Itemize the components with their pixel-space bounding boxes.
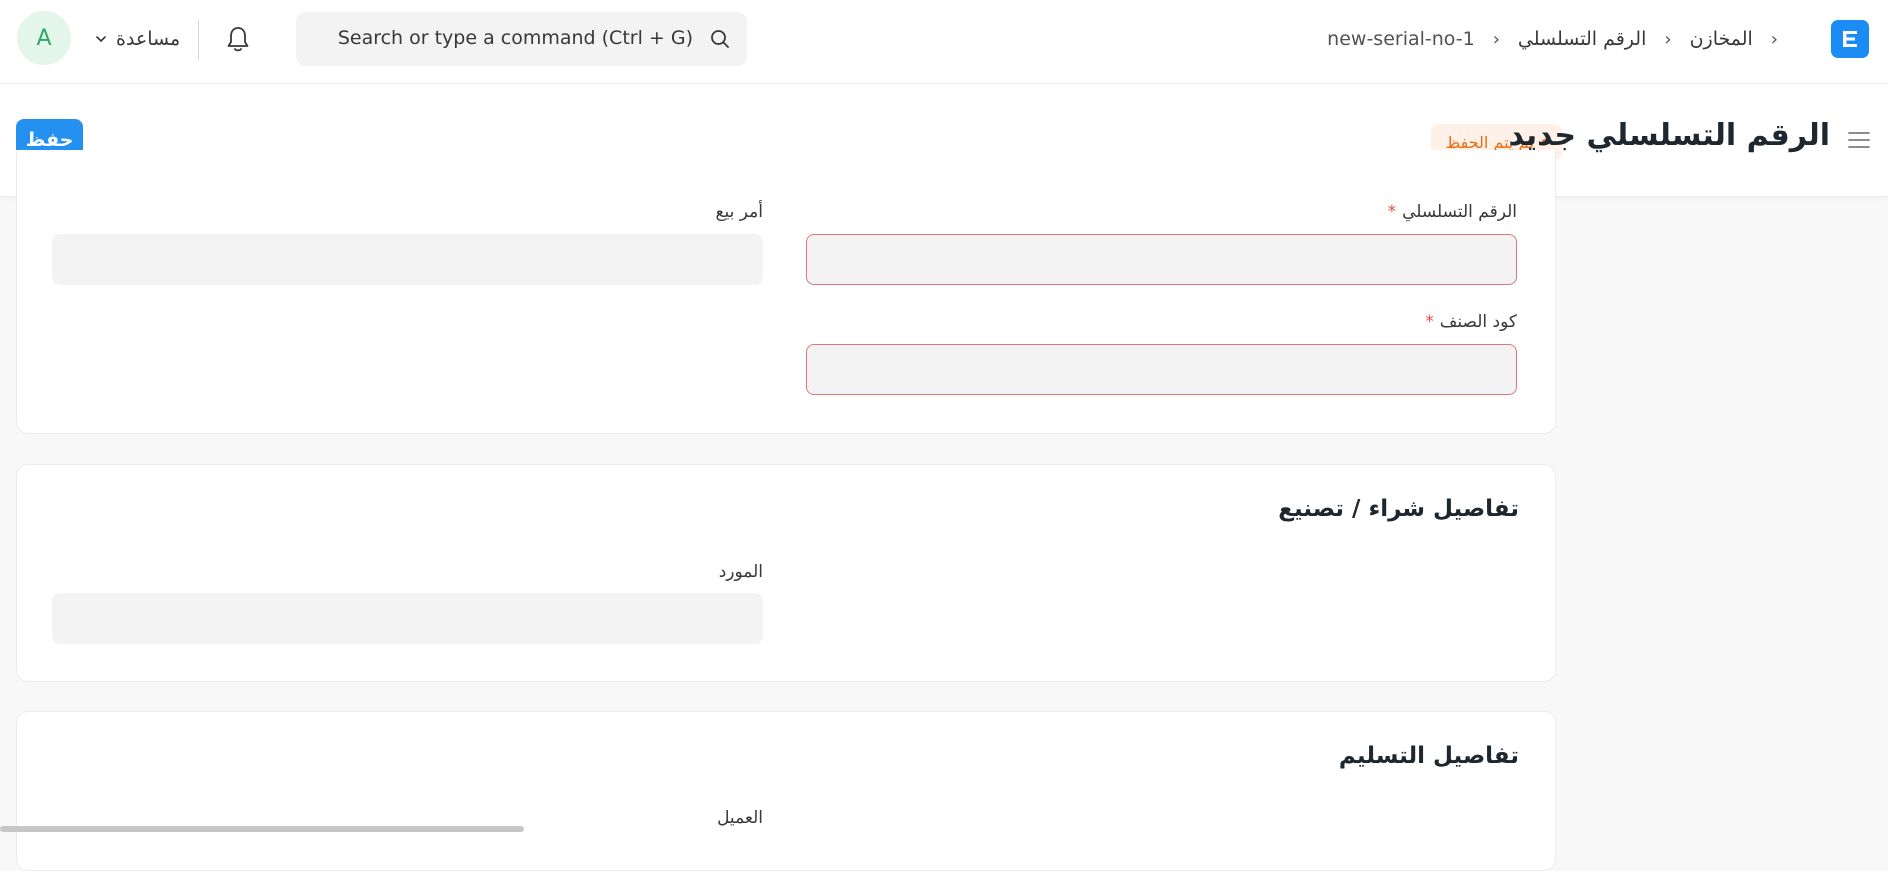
required-mark: * bbox=[1387, 202, 1397, 222]
purchase-section-title: تفاصيل شراء / تصنيع bbox=[1278, 496, 1519, 522]
user-avatar[interactable]: A bbox=[17, 11, 71, 65]
required-mark: * bbox=[1425, 312, 1434, 332]
breadcrumb-chevron-icon: › bbox=[1770, 28, 1778, 50]
search-icon bbox=[711, 30, 729, 48]
breadcrumb-chevron-icon: › bbox=[1492, 28, 1500, 50]
breadcrumb: › المخازن › الرقم التسلسلي › new-serial-… bbox=[1327, 22, 1778, 56]
horizontal-scrollbar[interactable] bbox=[0, 826, 524, 832]
purchase-details-card: تفاصيل شراء / تصنيع المورد bbox=[16, 464, 1556, 682]
help-dropdown[interactable]: مساعدة bbox=[94, 24, 180, 54]
sales-order-label-text: أمر بيع bbox=[715, 202, 763, 222]
sidebar-toggle-icon[interactable] bbox=[1847, 130, 1871, 150]
help-label: مساعدة bbox=[116, 28, 181, 50]
sales-order-input[interactable] bbox=[52, 234, 763, 285]
notification-bell-icon[interactable] bbox=[224, 24, 252, 54]
app-logo[interactable] bbox=[1831, 20, 1869, 58]
item-code-label: كود الصنف * bbox=[1425, 312, 1517, 332]
sales-order-label: أمر بيع bbox=[715, 202, 763, 222]
item-code-label-text: كود الصنف bbox=[1439, 312, 1517, 332]
breadcrumb-current: new-serial-no-1 bbox=[1327, 28, 1475, 50]
serial-no-label-text: الرقم التسلسلي bbox=[1402, 202, 1517, 222]
chevron-down-icon bbox=[96, 36, 106, 42]
erpnext-logo-icon bbox=[1843, 31, 1857, 47]
supplier-input[interactable] bbox=[52, 593, 763, 644]
breadcrumb-serial-no[interactable]: الرقم التسلسلي bbox=[1518, 28, 1646, 50]
supplier-label: المورد bbox=[719, 562, 763, 582]
item-code-input[interactable] bbox=[806, 344, 1517, 395]
customer-label: العميل bbox=[717, 808, 763, 828]
supplier-label-text: المورد bbox=[718, 562, 763, 582]
search-placeholder: Search or type a command (Ctrl + G) bbox=[337, 27, 693, 49]
breadcrumb-stock[interactable]: المخازن bbox=[1690, 28, 1753, 50]
serial-no-input[interactable] bbox=[806, 234, 1517, 285]
breadcrumb-chevron-icon: › bbox=[1664, 28, 1672, 50]
top-navbar: A مساعدة Search or type a command (Ctrl … bbox=[0, 0, 1888, 84]
serial-details-card: الرقم التسلسلي * كود الصنف * أمر بيع bbox=[16, 150, 1556, 434]
nav-divider bbox=[198, 20, 199, 60]
global-search-input[interactable]: Search or type a command (Ctrl + G) bbox=[296, 12, 747, 66]
page-title: الرقم التسلسلي جديد bbox=[1508, 118, 1830, 153]
customer-label-text: العميل bbox=[717, 808, 763, 828]
delivery-details-card: تفاصيل التسليم العميل bbox=[16, 711, 1556, 871]
serial-no-label: الرقم التسلسلي * bbox=[1388, 202, 1517, 222]
avatar-initial: A bbox=[36, 25, 52, 51]
delivery-section-title: تفاصيل التسليم bbox=[1338, 743, 1519, 769]
